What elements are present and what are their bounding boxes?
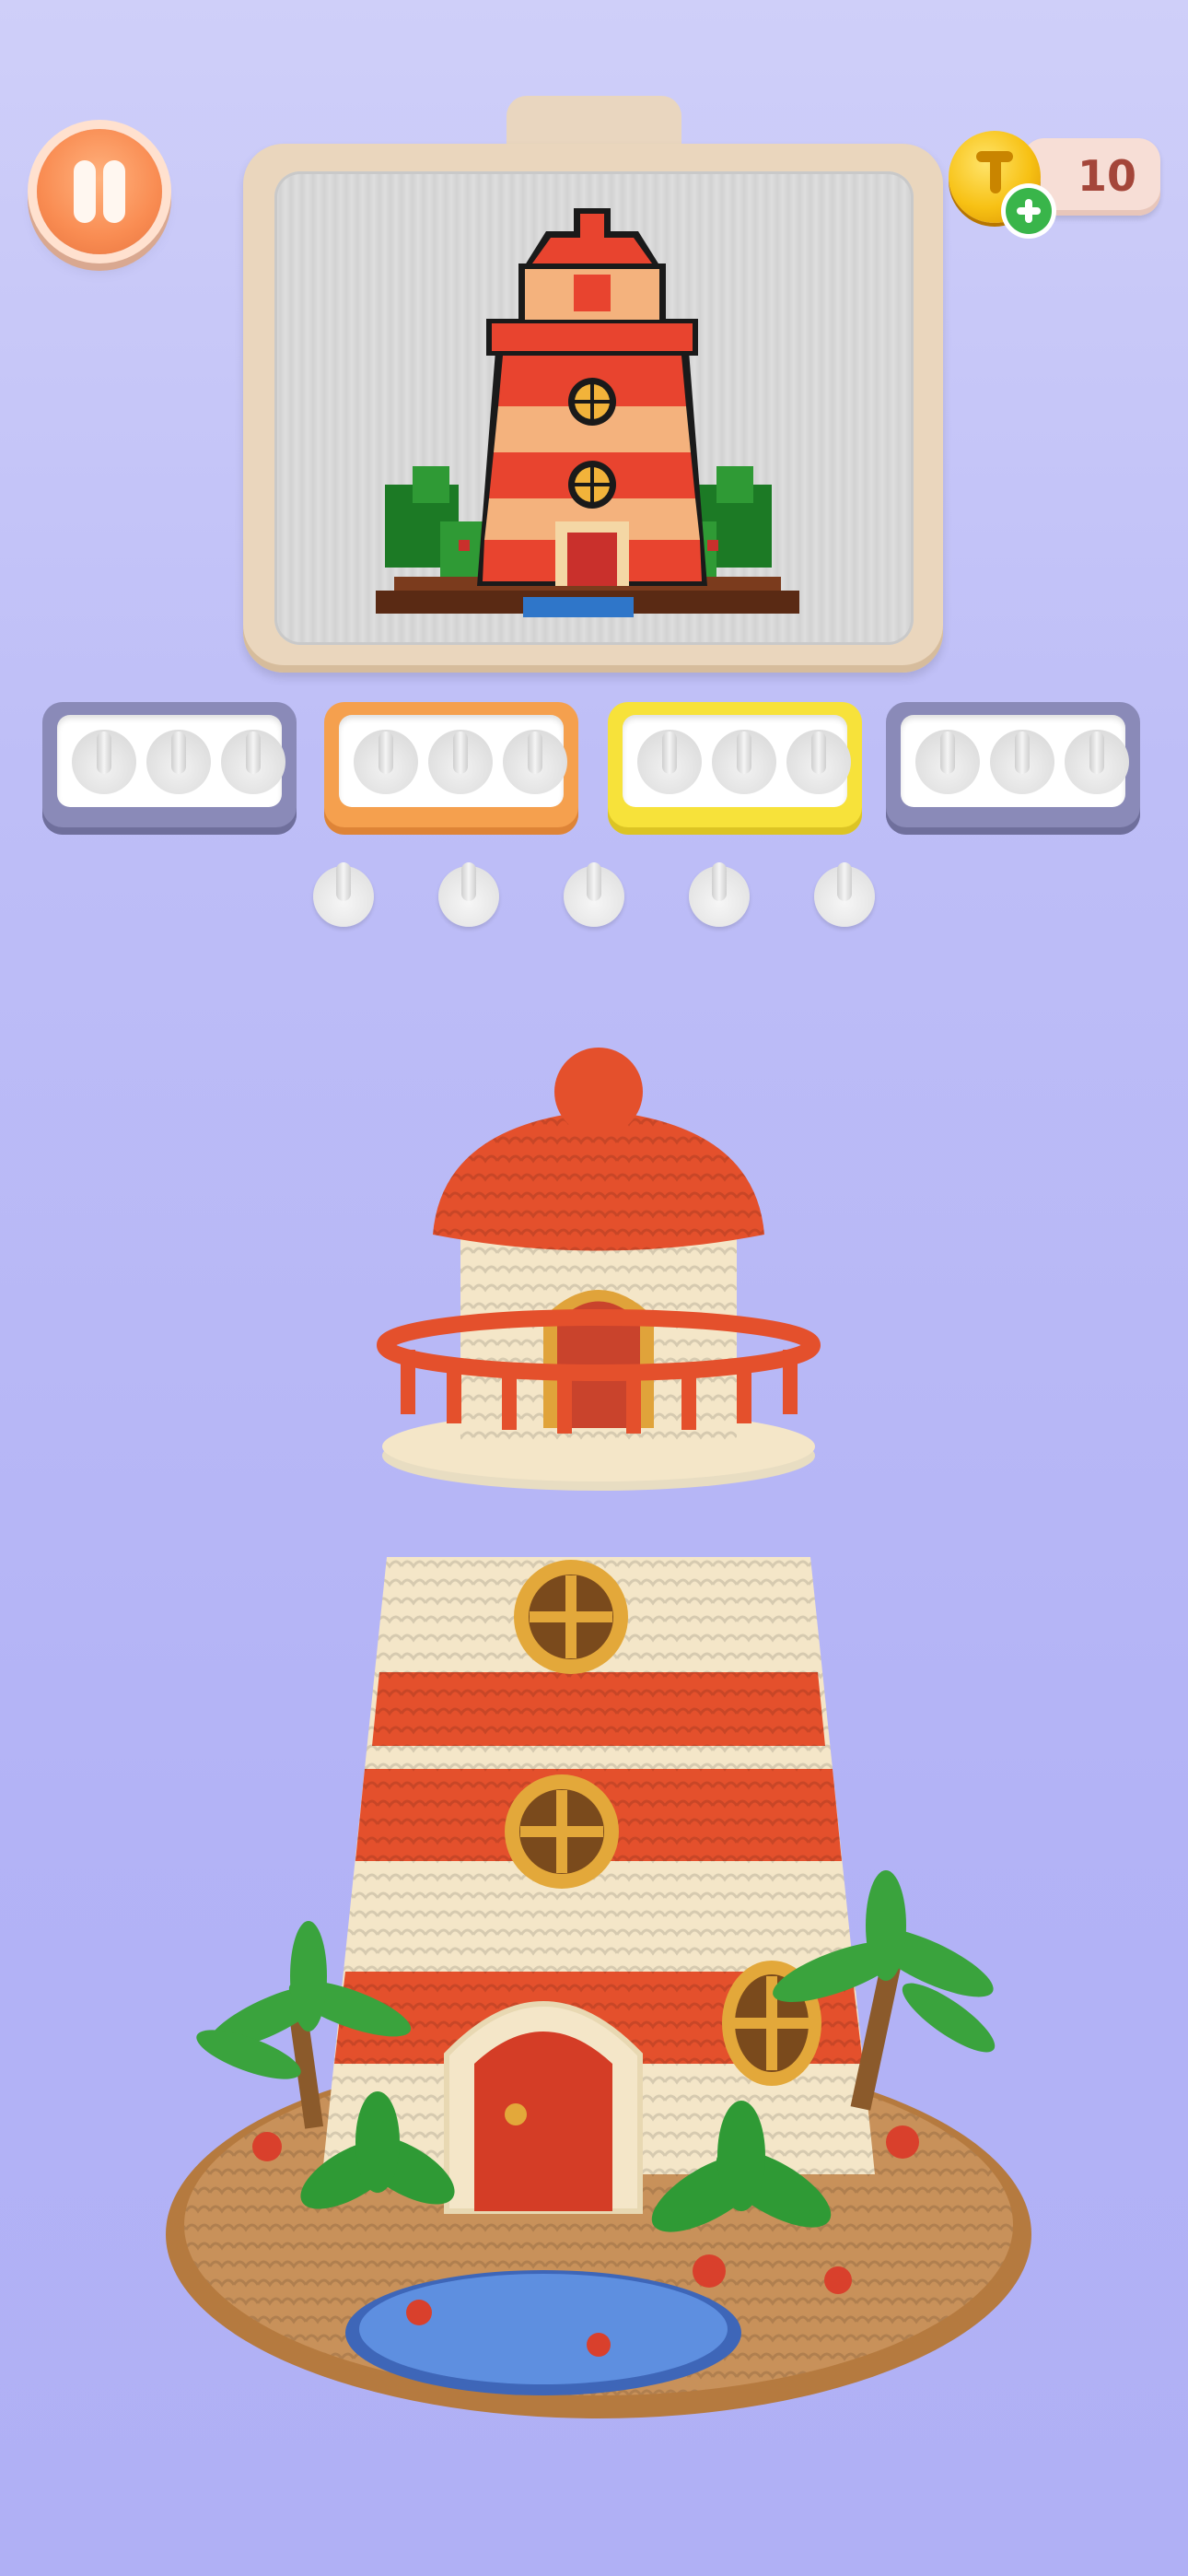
spool-tray-2[interactable] [324, 702, 578, 835]
pause-icon [74, 160, 96, 223]
spool-peg[interactable] [786, 730, 851, 794]
coin-count: 10 [1077, 151, 1136, 201]
spool-peg[interactable] [637, 730, 702, 794]
spool-peg[interactable] [990, 730, 1054, 794]
pattern-canvas [274, 171, 914, 645]
spool-peg[interactable] [146, 730, 211, 794]
spool-peg[interactable] [354, 730, 418, 794]
knitted-lighthouse-model[interactable] [138, 1041, 1050, 2441]
pixel-lighthouse-image [376, 208, 799, 617]
free-peg[interactable] [689, 862, 750, 927]
spool-peg[interactable] [428, 730, 493, 794]
free-peg[interactable] [438, 862, 499, 927]
free-peg[interactable] [564, 862, 624, 927]
spool-peg[interactable] [1065, 730, 1129, 794]
spool-tray-3[interactable] [608, 702, 862, 835]
model-tower [322, 1048, 875, 2214]
add-coins-button[interactable] [1006, 188, 1052, 234]
spool-tray-1[interactable] [42, 702, 297, 835]
free-peg[interactable] [814, 862, 875, 927]
free-peg[interactable] [313, 862, 374, 927]
spool-peg[interactable] [915, 730, 980, 794]
pattern-tower [477, 208, 707, 586]
pause-icon [103, 160, 125, 223]
pause-button[interactable] [37, 129, 162, 254]
spool-peg[interactable] [221, 730, 285, 794]
spool-peg[interactable] [72, 730, 136, 794]
spool-tray-4[interactable] [886, 702, 1140, 835]
spool-peg[interactable] [503, 730, 567, 794]
spool-peg[interactable] [712, 730, 776, 794]
